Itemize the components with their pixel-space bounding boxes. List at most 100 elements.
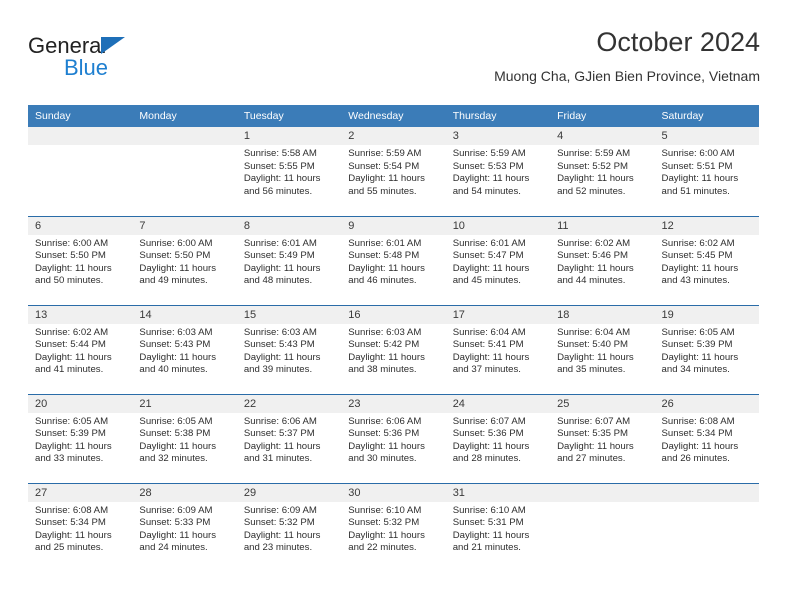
day-details: Sunrise: 6:05 AM Sunset: 5:39 PM Daylight:… [28,413,132,466]
calendar-table: Sunday Monday Tuesday Wednesday Thursday… [28,105,759,572]
day-details: Sunrise: 6:05 AM Sunset: 5:39 PM Daylight:… [655,324,759,377]
sunset-text: Sunset: 5:35 PM [557,428,629,440]
calendar-day-cell[interactable]: 31 Sunrise: 6:10 AM Sunset: 5:31 PM Dayligh… [445,482,551,572]
day-details: Sunrise: 5:59 AM Sunset: 5:53 PM Daylight:… [446,145,550,198]
sunset-text: Sunset: 5:48 PM [348,250,420,262]
sunrise-text: Sunrise: 6:07 AM [557,415,631,427]
daylight-text: Daylight: 11 hours and 34 minutes. [661,351,739,376]
day-details: Sunrise: 6:01 AM Sunset: 5:48 PM Daylight:… [341,235,445,288]
sunrise-text: Sunrise: 6:01 AM [348,237,422,249]
calendar-day-cell[interactable]: 25 Sunrise: 6:07 AM Sunset: 5:35 PM Dayligh… [550,393,655,483]
day-number: 21 [132,394,237,413]
day-number: 19 [654,305,759,324]
calendar-day-cell[interactable]: 3 Sunrise: 5:59 AM Sunset: 5:53 PM Daylight… [445,127,551,216]
day-number: 28 [132,483,237,502]
day-details: Sunrise: 6:07 AM Sunset: 5:36 PM Daylight:… [446,413,550,466]
sunset-text: Sunset: 5:47 PM [452,250,524,262]
day-details: Sunrise: 6:00 AM Sunset: 5:50 PM Daylight:… [132,235,236,288]
sunset-text: Sunset: 5:31 PM [452,517,524,529]
calendar-day-cell[interactable]: 20 Sunrise: 6:05 AM Sunset: 5:39 PM Dayligh… [28,393,133,483]
sunrise-text: Sunrise: 6:10 AM [452,504,526,516]
daylight-text: Daylight: 11 hours and 23 minutes. [243,529,321,554]
day-number: 1 [236,127,342,145]
daylight-text: Daylight: 11 hours and 30 minutes. [348,440,425,465]
day-number: 29 [236,483,342,502]
day-details: Sunrise: 6:04 AM Sunset: 5:41 PM Daylight:… [446,324,550,377]
calendar-day-cell[interactable]: 9 Sunrise: 6:01 AM Sunset: 5:48 PM Daylight… [341,215,446,305]
day-details: Sunrise: 6:09 AM Sunset: 5:33 PM Daylight:… [132,502,236,555]
day-number: 9 [341,216,446,235]
sunset-text: Sunset: 5:38 PM [139,428,211,440]
calendar-day-cell[interactable]: 5 Sunrise: 6:00 AM Sunset: 5:51 PM Daylight… [654,127,759,216]
calendar-day-cell[interactable]: 16 Sunrise: 6:03 AM Sunset: 5:42 PM Dayligh… [341,304,446,394]
day-number: 15 [236,305,342,324]
daylight-text: Daylight: 11 hours and 52 minutes. [557,173,634,197]
day-number: 11 [550,216,655,235]
sunset-text: Sunset: 5:33 PM [139,517,211,529]
calendar-day-cell[interactable]: 15 Sunrise: 6:03 AM Sunset: 5:43 PM Dayligh… [236,304,342,394]
calendar-day-cell[interactable]: 22 Sunrise: 6:06 AM Sunset: 5:37 PM Dayligh… [236,393,342,483]
daylight-text: Daylight: 11 hours and 54 minutes. [452,173,530,197]
calendar-day-cell[interactable]: 1 Sunrise: 5:58 AM Sunset: 5:55 PM Daylight… [236,127,342,216]
day-details: Sunrise: 6:05 AM Sunset: 5:38 PM Daylight:… [132,413,236,466]
calendar-day-cell[interactable]: 12 Sunrise: 6:02 AM Sunset: 5:45 PM Dayligh… [654,215,759,305]
calendar-day-cell[interactable]: 6 Sunrise: 6:00 AM Sunset: 5:50 PM Daylight… [28,215,133,305]
calendar-day-cell[interactable]: 27 Sunrise: 6:08 AM Sunset: 5:34 PM Dayligh… [28,482,133,572]
sunrise-text: Sunrise: 5:59 AM [348,148,422,159]
sunrise-text: Sunrise: 6:10 AM [348,504,422,516]
calendar-day-cell[interactable]: 14 Sunrise: 6:03 AM Sunset: 5:43 PM Dayligh… [132,304,237,394]
weekday-header-monday: Monday [132,105,237,127]
weekday-header-friday: Friday [550,105,655,127]
calendar-day-cell[interactable]: 17 Sunrise: 6:04 AM Sunset: 5:41 PM Dayligh… [445,304,551,394]
calendar-day-cell[interactable]: 10 Sunrise: 6:01 AM Sunset: 5:47 PM Dayligh… [445,215,551,305]
calendar-day-cell[interactable]: 29 Sunrise: 6:09 AM Sunset: 5:32 PM Dayligh… [236,482,342,572]
sunset-text: Sunset: 5:39 PM [661,339,733,351]
sunrise-text: Sunrise: 6:05 AM [661,326,735,338]
sunrise-text: Sunrise: 6:03 AM [348,326,422,338]
day-number [28,127,133,145]
day-number: 5 [654,127,759,145]
sunrise-text: Sunrise: 6:04 AM [557,326,631,338]
sunset-text: Sunset: 5:36 PM [452,428,524,440]
sunrise-text: Sunrise: 6:00 AM [661,148,735,159]
sunset-text: Sunset: 5:42 PM [348,339,420,351]
calendar-day-cell-empty [28,127,133,216]
calendar-day-cell[interactable]: 8 Sunrise: 6:01 AM Sunset: 5:49 PM Daylight… [236,215,342,305]
day-details: Sunrise: 6:06 AM Sunset: 5:37 PM Daylight:… [237,413,341,466]
weekday-header-tuesday: Tuesday [236,105,342,127]
daylight-text: Daylight: 11 hours and 39 minutes. [243,351,321,376]
day-number: 27 [28,483,133,502]
daylight-text: Daylight: 11 hours and 45 minutes. [452,262,530,287]
day-details: Sunrise: 6:01 AM Sunset: 5:49 PM Daylight:… [237,235,341,288]
sunrise-text: Sunrise: 5:59 AM [557,148,631,159]
day-number: 24 [445,394,551,413]
calendar-day-cell[interactable]: 23 Sunrise: 6:06 AM Sunset: 5:36 PM Dayligh… [341,393,446,483]
daylight-text: Daylight: 11 hours and 41 minutes. [35,351,112,376]
sunset-text: Sunset: 5:32 PM [348,517,420,529]
sunset-text: Sunset: 5:54 PM [348,160,420,172]
calendar-day-cell[interactable]: 30 Sunrise: 6:10 AM Sunset: 5:32 PM Dayligh… [341,482,446,572]
calendar-page: General Blue October 2024 Muong Cha, GJi… [0,0,792,612]
calendar-day-cell[interactable]: 13 Sunrise: 6:02 AM Sunset: 5:44 PM Dayligh… [28,304,133,394]
calendar-day-cell[interactable]: 7 Sunrise: 6:00 AM Sunset: 5:50 PM Daylight… [132,215,237,305]
calendar-day-cell[interactable]: 4 Sunrise: 5:59 AM Sunset: 5:52 PM Daylight… [550,127,655,216]
daylight-text: Daylight: 11 hours and 37 minutes. [452,351,530,376]
day-details: Sunrise: 6:00 AM Sunset: 5:50 PM Daylight:… [28,235,132,288]
calendar-day-cell[interactable]: 18 Sunrise: 6:04 AM Sunset: 5:40 PM Dayligh… [550,304,655,394]
calendar-week-row: 6 Sunrise: 6:00 AM Sunset: 5:50 PM Daylight… [28,215,759,305]
calendar-day-cell[interactable]: 21 Sunrise: 6:05 AM Sunset: 5:38 PM Dayligh… [132,393,237,483]
day-details: Sunrise: 6:01 AM Sunset: 5:47 PM Daylight:… [446,235,550,288]
daylight-text: Daylight: 11 hours and 55 minutes. [348,173,425,197]
calendar-day-cell[interactable]: 24 Sunrise: 6:07 AM Sunset: 5:36 PM Dayligh… [445,393,551,483]
calendar-day-cell[interactable]: 19 Sunrise: 6:05 AM Sunset: 5:39 PM Dayligh… [654,304,759,394]
calendar-day-cell[interactable]: 26 Sunrise: 6:08 AM Sunset: 5:34 PM Dayligh… [654,393,759,483]
calendar-day-cell[interactable]: 11 Sunrise: 6:02 AM Sunset: 5:46 PM Dayligh… [550,215,655,305]
page-title: October 2024 [596,27,760,57]
sunset-text: Sunset: 5:46 PM [557,250,629,262]
sunrise-text: Sunrise: 6:03 AM [243,326,317,338]
calendar-day-cell[interactable]: 2 Sunrise: 5:59 AM Sunset: 5:54 PM Daylight… [341,127,446,216]
day-details: Sunrise: 6:03 AM Sunset: 5:43 PM Daylight:… [237,324,341,377]
day-details: Sunrise: 5:59 AM Sunset: 5:54 PM Daylight:… [341,145,445,198]
weekday-header-row: Sunday Monday Tuesday Wednesday Thursday… [28,105,759,127]
calendar-day-cell[interactable]: 28 Sunrise: 6:09 AM Sunset: 5:33 PM Dayligh… [132,482,237,572]
